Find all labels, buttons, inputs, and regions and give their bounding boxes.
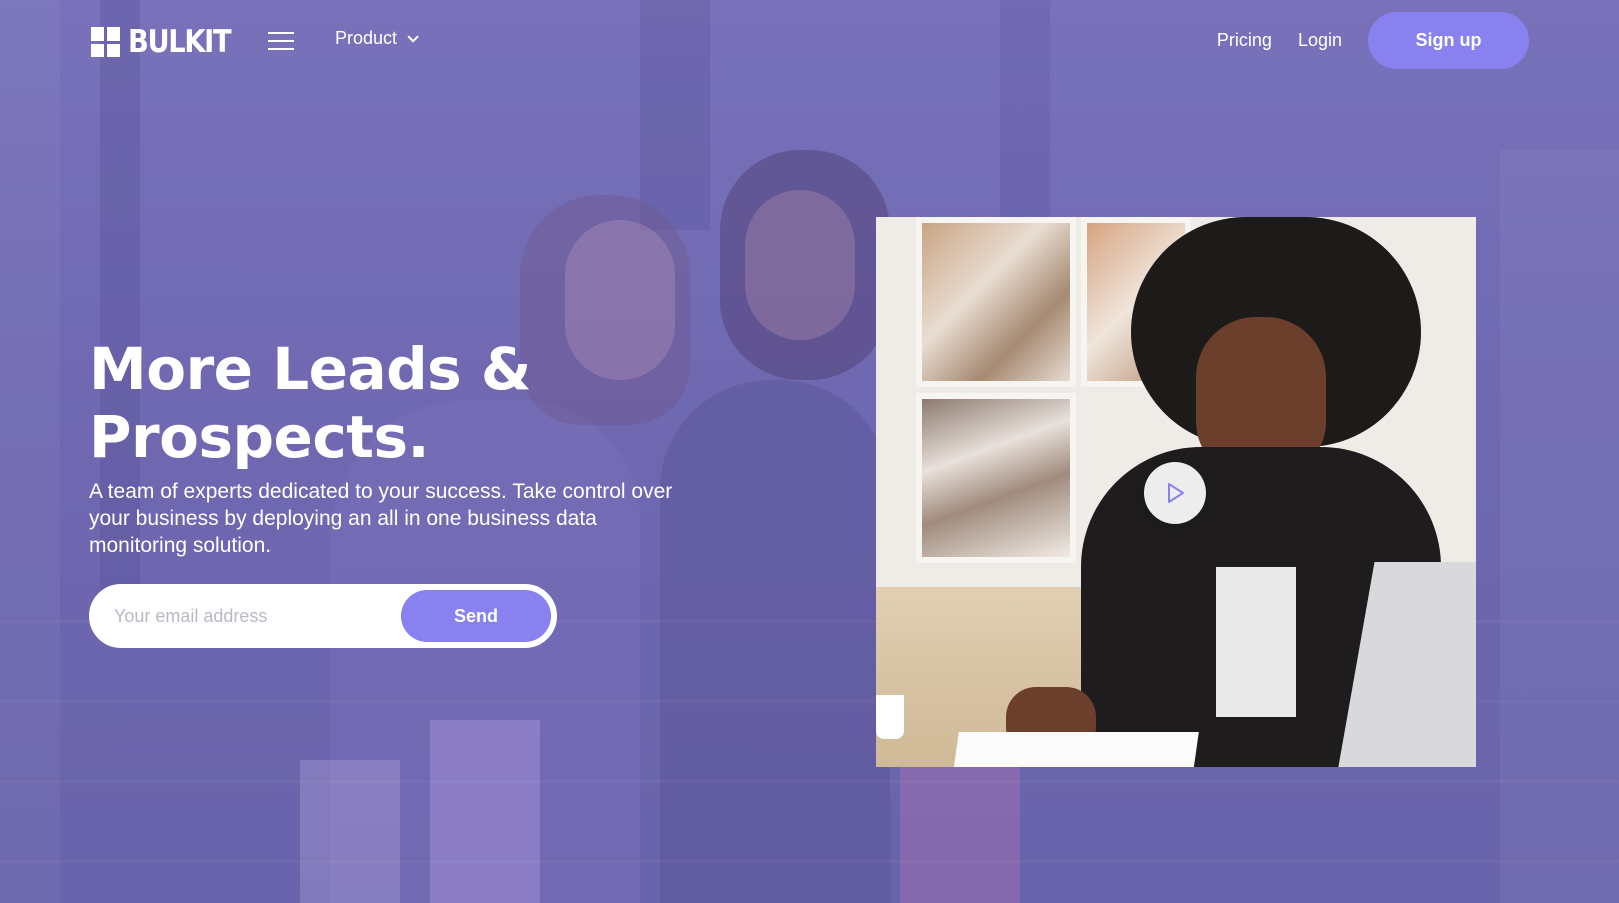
nav-login-link[interactable]: Login [1298,30,1342,51]
brand-name: BULKIT [128,24,232,60]
nav-product-label: Product [335,28,398,48]
navbar: BULKIT Product Pricing Login Sign up [0,0,1619,80]
hero-subtitle: A team of experts dedicated to your succ… [89,480,673,557]
hamburger-icon[interactable] [268,32,294,50]
hero-title: More Leads & Prospects. [89,335,689,471]
email-signup-form: Send [89,584,557,648]
nav-pricing-link[interactable]: Pricing [1217,30,1272,51]
hero-title-line1: More Leads & [89,335,531,403]
paper [953,732,1199,767]
email-input[interactable] [114,587,394,645]
brand-logo[interactable]: BULKIT [91,24,244,60]
signup-button[interactable]: Sign up [1368,12,1529,69]
coffee-cup [876,695,904,739]
person-shirt [1216,567,1296,717]
marble-art [916,393,1076,563]
grid-logo-icon [91,27,120,57]
marble-art [916,217,1076,387]
nav-product-dropdown[interactable]: Product [335,28,419,49]
play-icon [1168,483,1184,503]
send-button[interactable]: Send [401,590,551,642]
chevron-down-icon [407,30,419,43]
hero-title-line2: Prospects. [89,403,430,471]
nav-right: Pricing Login Sign up [1217,12,1529,69]
play-button[interactable] [1144,462,1206,524]
